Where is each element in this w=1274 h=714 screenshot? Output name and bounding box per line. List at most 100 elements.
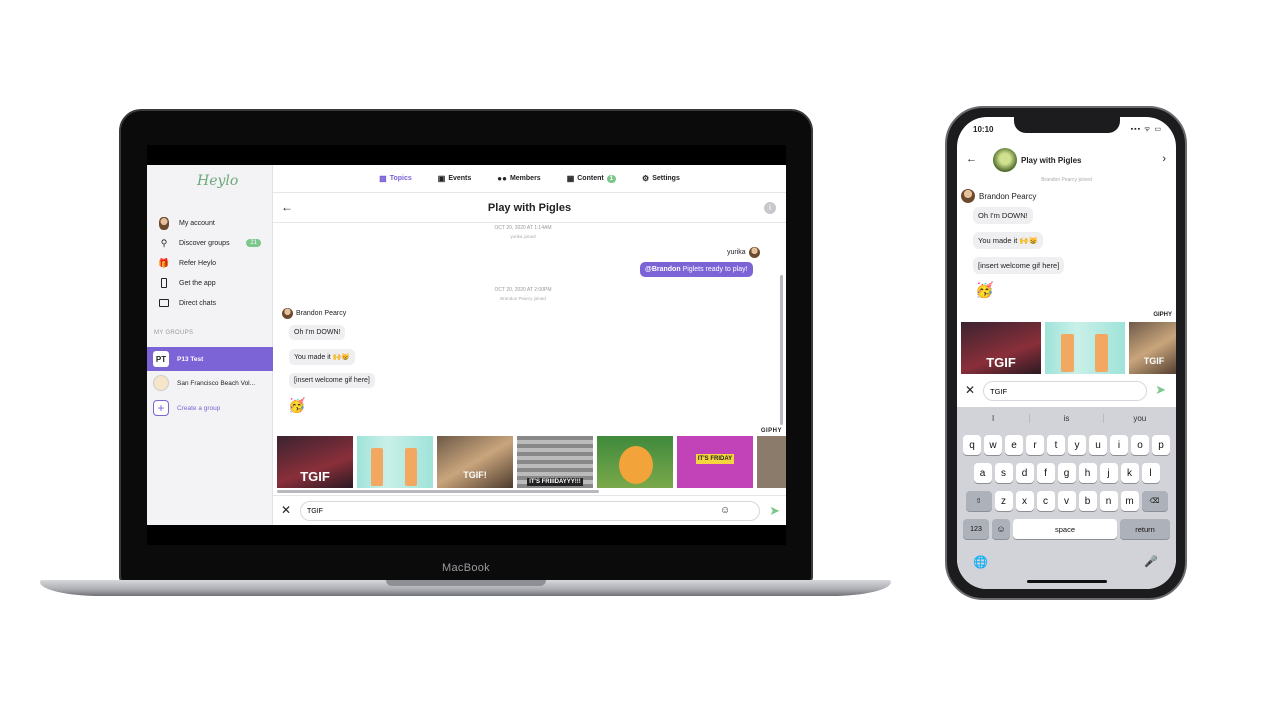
sidebar-item-refer-heylo[interactable]: 🎁 Refer Heylo xyxy=(157,254,269,272)
key[interactable]: q xyxy=(963,435,981,455)
gif-tile[interactable]: IT'S FRIDAY xyxy=(677,436,753,488)
join-notice: Brandon Pearcy joined xyxy=(1041,177,1092,183)
sender-name: Brandon Pearcy xyxy=(979,191,1037,201)
key[interactable]: x xyxy=(1015,491,1034,511)
sidebar-item-get-the-app[interactable]: Get the app xyxy=(157,274,269,292)
tab-content[interactable]: ▦ Content 1 xyxy=(567,174,617,183)
key[interactable]: v xyxy=(1057,491,1076,511)
phone-icon xyxy=(157,276,171,290)
key[interactable]: b xyxy=(1078,491,1097,511)
avatar-icon xyxy=(157,216,171,230)
message-bubble: [insert welcome gif here] xyxy=(973,257,1065,274)
key-row-4: 123 ☺ space return xyxy=(957,519,1176,539)
key[interactable]: r xyxy=(1026,435,1044,455)
gif-tile[interactable] xyxy=(757,436,786,488)
key[interactable]: a xyxy=(973,463,992,483)
key[interactable]: k xyxy=(1120,463,1139,483)
tab-settings[interactable]: ⚙ Settings xyxy=(642,174,680,183)
gif-tile[interactable]: TGIF xyxy=(277,436,353,488)
avatar xyxy=(748,247,760,258)
key[interactable]: y xyxy=(1068,435,1086,455)
key[interactable]: z xyxy=(994,491,1013,511)
group-item-sf-beach[interactable]: San Francisco Beach Vol... xyxy=(147,371,273,395)
gif-tile[interactable]: TGIF xyxy=(1129,322,1176,374)
shift-key-icon[interactable]: ⇧ xyxy=(965,491,992,511)
return-key[interactable]: return xyxy=(1120,519,1170,539)
tab-members[interactable]: ●● Members xyxy=(497,174,540,183)
macbook-label: MacBook xyxy=(442,562,490,574)
gif-tile[interactable] xyxy=(597,436,673,488)
back-arrow-icon[interactable]: ← xyxy=(966,153,977,165)
send-icon[interactable]: ➤ xyxy=(769,503,780,519)
sidebar-item-direct-chats[interactable]: Direct chats xyxy=(157,294,269,312)
group-label: San Francisco Beach Vol... xyxy=(177,379,256,387)
close-icon[interactable]: ✕ xyxy=(965,383,975,397)
key[interactable]: u xyxy=(1089,435,1107,455)
key[interactable]: w xyxy=(984,435,1002,455)
count-badge: 21 xyxy=(246,239,261,247)
key[interactable]: n xyxy=(1099,491,1118,511)
gif-caption: TGIF! xyxy=(463,470,487,480)
group-item-p13-test[interactable]: PT P13 Test xyxy=(147,347,273,371)
avatar xyxy=(961,189,975,203)
gif-tile[interactable]: IT'S FRIIIDAYYY!!! xyxy=(517,436,593,488)
chat-bubble-icon: ▩ xyxy=(379,174,387,183)
macbook-screen: Heylo My account ⚲ Discover groups 21 🎁 … xyxy=(147,145,786,545)
gif-tile[interactable] xyxy=(1045,322,1125,374)
giphy-logo: GIPHY xyxy=(1153,312,1172,318)
create-group-button[interactable]: + Create a group xyxy=(147,396,273,420)
close-icon[interactable]: ✕ xyxy=(281,503,291,517)
gif-scrollbar[interactable] xyxy=(277,490,599,493)
key[interactable]: p xyxy=(1152,435,1170,455)
phone-notch xyxy=(1014,117,1120,133)
key[interactable]: i xyxy=(1110,435,1128,455)
key-row-2: a s d f g h j k l xyxy=(957,463,1176,483)
key[interactable]: g xyxy=(1057,463,1076,483)
key[interactable]: d xyxy=(1015,463,1034,483)
tab-events[interactable]: ▣ Events xyxy=(438,174,472,183)
send-icon[interactable]: ➤ xyxy=(1155,382,1166,398)
drink-image xyxy=(1095,334,1108,372)
microphone-icon[interactable]: 🎤 xyxy=(1144,555,1158,568)
message-text: Piglets ready to play! xyxy=(682,266,748,273)
status-icons: ▪▪▪ ᯤ ▭ xyxy=(1130,126,1162,133)
suggestion[interactable]: I xyxy=(957,413,1031,423)
numbers-key[interactable]: 123 xyxy=(963,519,989,539)
sidebar-item-my-account[interactable]: My account xyxy=(157,214,269,232)
key[interactable]: e xyxy=(1005,435,1023,455)
chevron-right-icon[interactable]: › xyxy=(1162,153,1166,165)
key[interactable]: o xyxy=(1131,435,1149,455)
suggestion[interactable]: you xyxy=(1104,414,1176,423)
sidebar-item-label: Get the app xyxy=(179,279,216,287)
key[interactable]: j xyxy=(1099,463,1118,483)
key[interactable]: s xyxy=(994,463,1013,483)
cartoon-face xyxy=(619,446,653,484)
space-key[interactable]: space xyxy=(1013,519,1117,539)
sidebar-item-discover-groups[interactable]: ⚲ Discover groups 21 xyxy=(157,234,269,252)
iphone-screen: 10:10 ▪▪▪ ᯤ ▭ ← Play with Pigles › Brand… xyxy=(957,117,1176,589)
info-icon[interactable]: i xyxy=(764,202,776,214)
key[interactable]: t xyxy=(1047,435,1065,455)
message-input[interactable] xyxy=(300,501,760,521)
gif-tile[interactable] xyxy=(357,436,433,488)
tab-label: Settings xyxy=(652,175,680,182)
suggestion[interactable]: is xyxy=(1030,413,1104,423)
gif-tile[interactable]: TGIF xyxy=(961,322,1041,374)
chat-scrollbar[interactable] xyxy=(780,275,783,425)
gif-tile[interactable]: TGIF! xyxy=(437,436,513,488)
tab-topics[interactable]: ▩ Topics xyxy=(379,174,412,183)
key[interactable]: m xyxy=(1120,491,1139,511)
key[interactable]: c xyxy=(1036,491,1055,511)
emoji-picker-icon[interactable]: ☺ xyxy=(720,505,730,516)
people-icon: ●● xyxy=(497,174,507,183)
emoji-key-icon[interactable]: ☺ xyxy=(992,519,1010,539)
key[interactable]: f xyxy=(1036,463,1055,483)
key[interactable]: h xyxy=(1078,463,1097,483)
timestamp: OCT 20, 2020 AT 1:14AM xyxy=(494,225,552,231)
group-avatar: PT xyxy=(153,351,169,367)
globe-icon[interactable]: 🌐 xyxy=(973,555,988,569)
key[interactable]: l xyxy=(1141,463,1160,483)
calendar-icon: ▣ xyxy=(437,174,446,183)
delete-key-icon[interactable]: ⌫ xyxy=(1141,491,1168,511)
message-input[interactable] xyxy=(983,381,1147,401)
